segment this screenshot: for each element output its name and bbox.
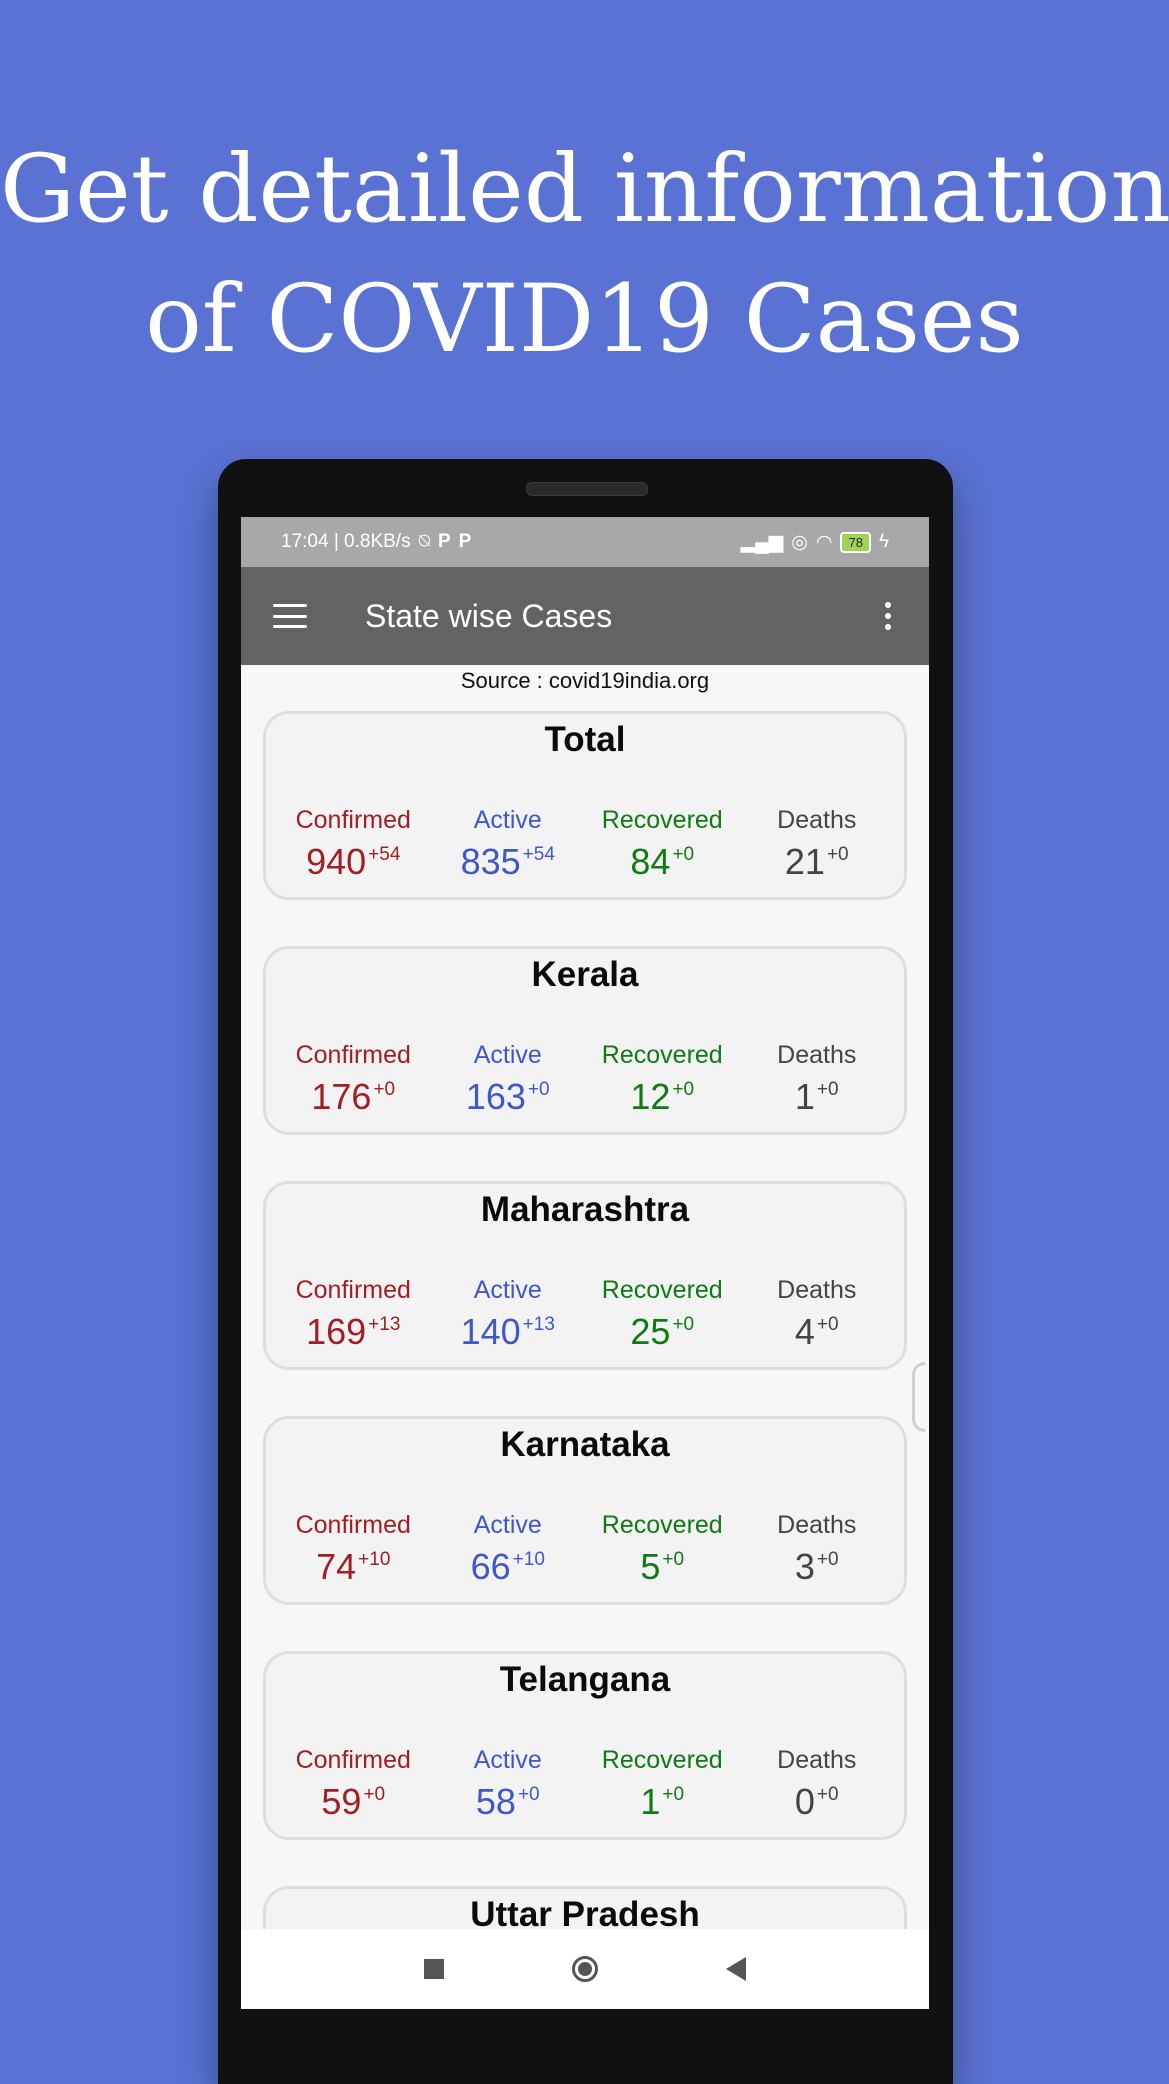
charging-icon: ϟ xyxy=(878,531,889,552)
phone-screen: 17:04 | 0.8KB/s ⍉ P P ▂▄▆ ◎ ◠ 78 ϟ State… xyxy=(241,517,929,2009)
more-options-icon[interactable] xyxy=(877,598,899,634)
stat-recovered: Recovered 5 +0 xyxy=(601,1511,723,1587)
stat-confirmed: Confirmed 169 +13 xyxy=(295,1276,411,1352)
navigation-bar xyxy=(241,1929,929,2009)
card-title: Kerala xyxy=(531,955,639,994)
notification-p-icon: P xyxy=(437,531,451,552)
stat-deaths: Deaths 3 +0 xyxy=(777,1511,857,1587)
stat-recovered: Recovered 25 +0 xyxy=(601,1276,723,1352)
case-card-total[interactable]: Total Confirmed 940 +54 Active 835 +54 Rec… xyxy=(263,711,907,900)
home-icon[interactable] xyxy=(572,1956,598,1982)
battery-icon: 78 xyxy=(840,531,871,553)
stat-deaths: Deaths 21 +0 xyxy=(777,806,857,882)
stat-deaths: Deaths 1 +0 xyxy=(777,1041,857,1117)
stat-deaths: Deaths 4 +0 xyxy=(777,1276,857,1352)
stat-active: Active 140 +13 xyxy=(460,1276,555,1352)
alarm-off-icon: ⍉ xyxy=(418,531,430,552)
card-title: Maharashtra xyxy=(480,1190,690,1229)
stat-recovered: Recovered 12 +0 xyxy=(601,1041,723,1117)
stat-active: Active 163 +0 xyxy=(465,1041,550,1117)
stat-recovered: Recovered 84 +0 xyxy=(601,806,723,882)
hamburger-menu-icon[interactable] xyxy=(273,604,307,628)
stat-confirmed: Confirmed 176 +0 xyxy=(295,1041,411,1117)
headline: Get detailed information of COVID19 Case… xyxy=(0,125,1169,385)
stat-deaths: Deaths 0 +0 xyxy=(777,1746,857,1822)
case-card-karnataka[interactable]: Karnataka Confirmed 74 +10 Active 66 +10 R… xyxy=(263,1416,907,1605)
stat-confirmed: Confirmed 74 +10 xyxy=(295,1511,411,1587)
card-title: Telangana xyxy=(499,1660,671,1699)
headline-line-1: Get detailed information xyxy=(0,135,1169,244)
stat-confirmed: Confirmed 940 +54 xyxy=(295,806,411,882)
stat-active: Active 835 +54 xyxy=(460,806,555,882)
phone-speaker xyxy=(526,482,648,496)
case-card-maharashtra[interactable]: Maharashtra Confirmed 169 +13 Active 140 +… xyxy=(263,1181,907,1370)
card-title: Karnataka xyxy=(500,1425,670,1464)
case-card-kerala[interactable]: Kerala Confirmed 176 +0 Active 163 +0 Reco… xyxy=(263,946,907,1135)
phone-frame: 17:04 | 0.8KB/s ⍉ P P ▂▄▆ ◎ ◠ 78 ϟ State… xyxy=(218,459,953,2084)
app-bar-title: State wise Cases xyxy=(365,597,613,634)
scroll-handle[interactable] xyxy=(912,1362,925,1432)
status-time: 17:04 | 0.8KB/s xyxy=(281,531,411,552)
status-bar: 17:04 | 0.8KB/s ⍉ P P ▂▄▆ ◎ ◠ 78 ϟ xyxy=(241,517,929,567)
wifi-icon: ◠ xyxy=(815,531,833,553)
recents-icon[interactable] xyxy=(424,1959,444,1979)
headline-line-2: of COVID19 Cases xyxy=(145,265,1024,374)
stat-active: Active 66 +10 xyxy=(470,1511,545,1587)
card-title: Total xyxy=(544,720,626,759)
hotspot-icon: ◎ xyxy=(791,531,808,553)
source-text: Source : covid19india.org xyxy=(460,668,710,693)
app-bar: State wise Cases xyxy=(241,567,929,665)
stat-confirmed: Confirmed 59 +0 xyxy=(295,1746,411,1822)
stat-recovered: Recovered 1 +0 xyxy=(601,1746,723,1822)
case-card-telangana[interactable]: Telangana Confirmed 59 +0 Active 58 +0 Rec… xyxy=(263,1651,907,1840)
signal-icon: ▂▄▆ xyxy=(740,531,784,553)
stat-active: Active 58 +0 xyxy=(473,1746,542,1822)
notification-p-icon-2: P xyxy=(458,531,472,552)
back-icon[interactable] xyxy=(726,1957,746,1981)
